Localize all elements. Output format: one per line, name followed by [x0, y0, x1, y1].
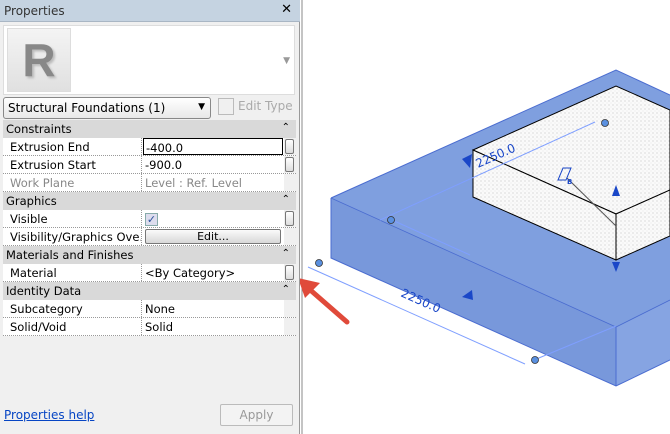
close-icon[interactable]: ✕	[281, 2, 292, 17]
property-label: Extrusion Start	[3, 156, 142, 173]
edit-type-button[interactable]: Edit Type	[218, 98, 293, 115]
properties-help-link[interactable]: Properties help	[4, 408, 94, 422]
group-identity-data[interactable]: Identity Data ⌃	[3, 282, 296, 300]
extrusion-start-input[interactable]: -900.0	[143, 156, 283, 173]
edit-button[interactable]: Edit...	[145, 229, 281, 244]
revit-logo-icon: R	[7, 28, 71, 92]
scrollbar-thumb[interactable]	[285, 157, 294, 172]
collapse-icon[interactable]: ⌃	[282, 284, 290, 295]
group-label: Identity Data	[6, 284, 82, 298]
property-label: Extrusion End	[3, 138, 142, 155]
chevron-down-icon: ▼	[198, 102, 205, 112]
edit-type-label: Edit Type	[238, 99, 293, 113]
type-selector-value: Structural Foundations (1)	[8, 101, 166, 115]
property-row[interactable]: Visibility/Graphics Ove... Edit...	[3, 228, 296, 246]
properties-titlebar[interactable]: Properties ✕	[0, 0, 300, 22]
collapse-icon[interactable]: ⌃	[282, 248, 290, 259]
collapse-icon[interactable]: ⌃	[282, 122, 290, 133]
property-label: Subcategory	[3, 300, 142, 317]
material-value[interactable]: <By Category>	[143, 264, 283, 281]
associate-parameter-button[interactable]	[285, 265, 294, 280]
solid-void-value[interactable]: Solid	[143, 318, 283, 335]
subcategory-value[interactable]: None	[143, 300, 283, 317]
property-row[interactable]: Extrusion End -400.0	[3, 138, 296, 156]
properties-grid: Constraints ⌃ Extrusion End -400.0 Extrusi…	[3, 120, 296, 336]
property-row[interactable]: Solid/Void Solid	[3, 318, 296, 336]
property-row[interactable]: Subcategory None	[3, 300, 296, 318]
property-row[interactable]: Material <By Category>	[3, 264, 296, 282]
property-label: Solid/Void	[3, 318, 142, 335]
scrollbar-thumb[interactable]	[285, 211, 294, 226]
visible-checkbox[interactable]: ✓	[145, 213, 158, 226]
property-label: Visible	[3, 210, 142, 227]
group-constraints[interactable]: Constraints ⌃	[3, 120, 296, 138]
group-materials-and-finishes[interactable]: Materials and Finishes ⌃	[3, 246, 296, 264]
edit-type-icon	[218, 98, 234, 115]
type-selector-dropdown[interactable]: Structural Foundations (1) ▼	[3, 97, 211, 119]
property-row[interactable]: Extrusion Start -900.0	[3, 156, 296, 174]
group-graphics[interactable]: Graphics ⌃	[3, 192, 296, 210]
apply-button[interactable]: Apply	[220, 404, 293, 426]
property-label: Visibility/Graphics Ove...	[3, 228, 142, 245]
property-row: Work Plane Level : Ref. Level	[3, 174, 296, 192]
scrollbar-thumb[interactable]	[285, 139, 294, 154]
group-label: Graphics	[6, 194, 57, 208]
group-label: Materials and Finishes	[6, 248, 134, 262]
property-row[interactable]: Visible ✓	[3, 210, 296, 228]
group-label: Constraints	[6, 122, 72, 136]
chevron-down-icon[interactable]: ▼	[283, 56, 290, 66]
property-label: Work Plane	[3, 174, 142, 191]
properties-panel: Properties ✕ R ▼ Structural Foundations …	[0, 0, 300, 434]
annotation-arrow-icon	[298, 278, 350, 325]
property-label: Material	[3, 264, 142, 281]
work-plane-value: Level : Ref. Level	[145, 176, 242, 190]
panel-title: Properties	[4, 4, 65, 18]
type-preview[interactable]: R ▼	[3, 25, 295, 95]
work-plane-marker: B	[567, 178, 572, 186]
collapse-icon[interactable]: ⌃	[282, 194, 290, 205]
extrusion-end-input[interactable]: -400.0	[143, 138, 283, 155]
